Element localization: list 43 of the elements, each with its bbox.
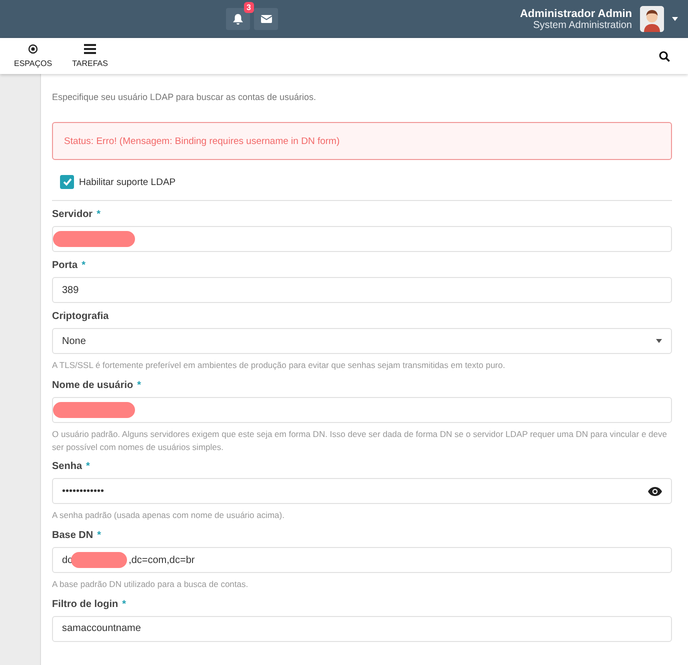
intro-text: Especifique seu usuário LDAP para buscar as contas de usuários.: [52, 92, 317, 102]
avatar[interactable]: [640, 6, 664, 32]
messages-button[interactable]: [254, 8, 278, 30]
search-icon[interactable]: [659, 50, 670, 62]
caret-icon: [656, 339, 662, 343]
password-field[interactable]: ••••••••••••: [52, 478, 672, 504]
nav-item[interactable]: TAREFAS: [62, 44, 118, 68]
field-label: Filtro de login: [52, 598, 118, 610]
input-field[interactable]: [52, 226, 672, 252]
help-text: A senha padrão (usada apenas com nome de usuário acima).: [52, 509, 286, 522]
input-field[interactable]: samaccountname: [52, 616, 672, 642]
required-mark: *: [96, 209, 100, 220]
caret-icon[interactable]: [672, 17, 678, 21]
required-mark: *: [97, 530, 102, 541]
required-mark: *: [82, 260, 86, 271]
checkbox-label: Habilitar suporte LDAP: [79, 176, 176, 188]
field-label: Porta: [52, 260, 78, 271]
required-mark: *: [86, 461, 90, 472]
input-field[interactable]: 389: [52, 277, 672, 303]
input-field[interactable]: dc ,dc=com,dc=br: [52, 547, 672, 573]
field-label: Servidor: [52, 209, 93, 220]
list-icon: [84, 44, 96, 54]
field-label: Senha: [52, 461, 82, 472]
field-label: Base DN: [52, 530, 94, 541]
help-text: O usuário padrão. Alguns servidores exigem que este seja em forma DN. Isso deve ser dada de forma DN se o servidor LDAP requer uma DN para vincular e deve ser possível com nomes de usuários simples.: [52, 428, 668, 454]
help-text: A TLS/SSL é fortemente preferível em ambientes de produção para evitar que senhas sejam transmitidas em texto puro.: [52, 359, 506, 372]
user-role: System Administration: [533, 20, 632, 30]
required-mark: *: [137, 380, 142, 391]
required-mark: *: [122, 598, 126, 610]
target-icon: [28, 44, 38, 54]
notification-badge: 3: [244, 2, 254, 13]
help-text: A base padrão DN utilizado para a busca de contas.: [52, 578, 250, 591]
field-label: Nome de usuário: [52, 380, 134, 391]
eye-icon[interactable]: [648, 486, 662, 496]
field-label: Criptografia: [52, 311, 109, 322]
user-name: Administrador Admin: [520, 8, 632, 20]
input-field[interactable]: [52, 396, 672, 423]
nav-item[interactable]: ESPAÇOS: [4, 44, 62, 68]
checkbox[interactable]: [60, 175, 74, 189]
error-alert: Status: Erro! (Mensagem: Binding requires username in DN form): [52, 122, 672, 160]
select-field[interactable]: None: [52, 328, 672, 354]
envelope-icon: [260, 15, 272, 23]
bell-icon: [233, 14, 243, 24]
